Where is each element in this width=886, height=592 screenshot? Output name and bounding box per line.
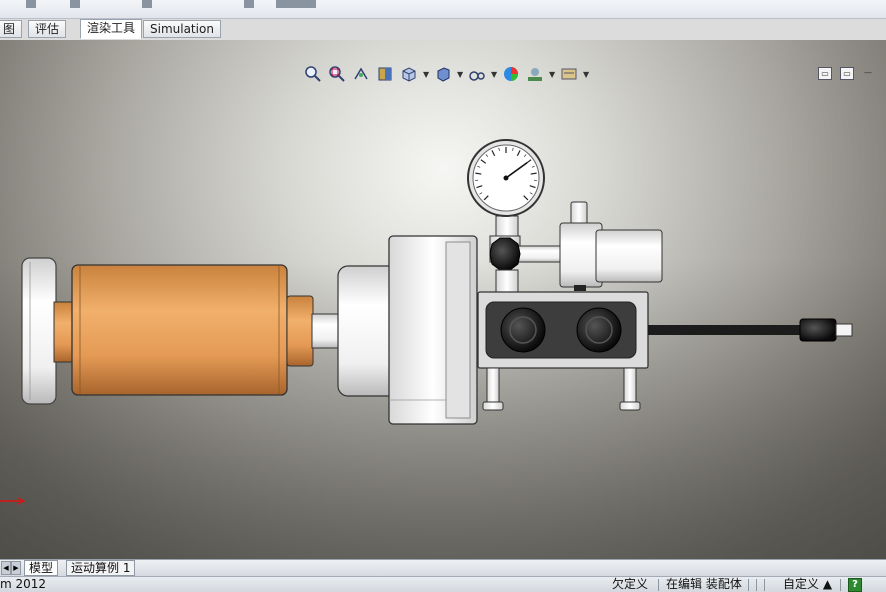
ribbon-remnant xyxy=(0,0,886,19)
definition-status: 欠定义 xyxy=(612,577,648,592)
help-icon[interactable]: ? xyxy=(848,578,862,592)
assembly-model[interactable] xyxy=(0,40,886,559)
valve-pipe xyxy=(518,246,562,262)
tab-motion-study-1[interactable]: 运动算例 1 xyxy=(66,560,135,576)
axis-triad-icon xyxy=(0,498,24,504)
valve-knob xyxy=(490,238,520,270)
tab-evaluate[interactable]: 评估 xyxy=(28,20,66,38)
orange-cylinder xyxy=(72,265,287,395)
gauge-stem xyxy=(496,216,518,236)
tab-render-tools[interactable]: 渲染工具 xyxy=(80,19,142,39)
shaft xyxy=(312,314,340,348)
tab-scroll-left-icon[interactable]: ◀ xyxy=(1,561,11,575)
hose xyxy=(648,319,852,341)
status-separator xyxy=(764,579,765,591)
right-motor xyxy=(560,202,662,291)
tab-model[interactable]: 模型 xyxy=(24,560,58,576)
ribbon-icon-remnant xyxy=(244,0,254,8)
pressure-gauge-icon xyxy=(468,140,544,216)
ribbon-icon-remnant xyxy=(142,0,152,8)
tab-view[interactable]: 图 xyxy=(0,20,22,38)
graphics-viewport[interactable]: ▼ ▼ ▼ ▼ ▼ ▭ ▭ — xyxy=(0,40,886,559)
ribbon-icon-remnant xyxy=(70,0,80,8)
tab-scroll-right-icon[interactable]: ▶ xyxy=(11,561,21,575)
units-selector[interactable]: 自定义 ▲ xyxy=(783,577,832,592)
status-bar: m 2012 欠定义 在编辑 装配体 自定义 ▲ ? xyxy=(0,576,886,592)
app-version-text: m 2012 xyxy=(0,577,46,592)
status-separator xyxy=(748,579,749,591)
editing-status: 在编辑 装配体 xyxy=(666,577,742,592)
orange-right-collar xyxy=(287,296,313,366)
base-block xyxy=(478,292,648,368)
valve-lower xyxy=(496,270,518,292)
status-separator xyxy=(756,579,757,591)
status-separator xyxy=(840,579,841,591)
base-legs xyxy=(483,368,640,410)
model-tabs-bar: ◀ ▶ 模型 运动算例 1 xyxy=(0,559,886,576)
pump-housing xyxy=(389,236,477,424)
ribbon-icon-remnant xyxy=(276,0,316,8)
command-manager-tabs: 图 评估 渲染工具 Simulation xyxy=(0,18,886,40)
left-flange xyxy=(22,258,56,404)
status-separator xyxy=(658,579,659,591)
tab-simulation[interactable]: Simulation xyxy=(143,20,221,38)
ribbon-icon-remnant xyxy=(26,0,36,8)
